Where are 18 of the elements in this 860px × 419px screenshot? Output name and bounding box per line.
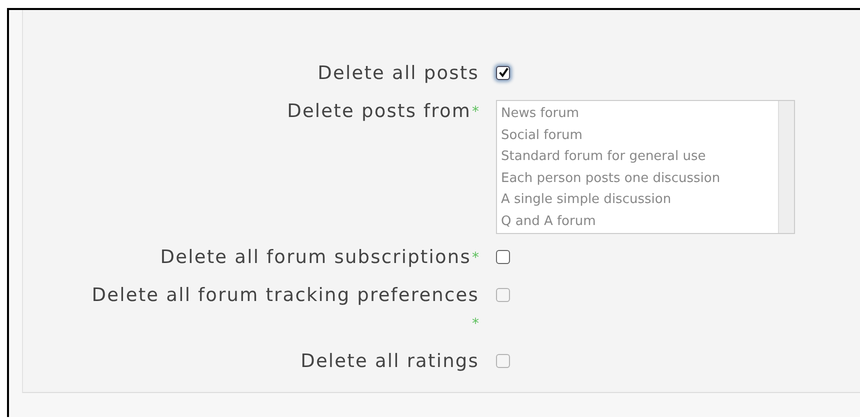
field-label: Delete all forum tracking preferences * <box>89 282 479 338</box>
list-option[interactable]: Each person posts one discussion <box>501 168 774 189</box>
list-option[interactable]: A single simple discussion <box>501 189 774 210</box>
list-option[interactable]: News forum <box>501 103 774 124</box>
checkbox[interactable] <box>496 66 510 80</box>
field-label: Delete all forum subscriptions* <box>160 244 479 272</box>
field-label: Delete posts from* <box>287 98 479 126</box>
field-label: Delete all ratings <box>300 350 479 374</box>
required-mark: * <box>472 315 479 334</box>
required-mark: * <box>472 103 479 122</box>
checkbox[interactable] <box>496 250 510 264</box>
list-option[interactable]: Social forum <box>501 124 774 146</box>
field-label: Delete all posts <box>318 62 479 86</box>
list-option[interactable]: Q and A forum <box>501 210 774 232</box>
list-option[interactable]: Standard forum for general use <box>501 146 774 168</box>
scrollbar[interactable] <box>778 101 794 233</box>
required-mark: * <box>472 249 479 268</box>
forum-listbox[interactable]: News forum Social forum Standard forum for general use Each person posts one discussion A single simple discussion Q and A forum <box>496 100 795 234</box>
